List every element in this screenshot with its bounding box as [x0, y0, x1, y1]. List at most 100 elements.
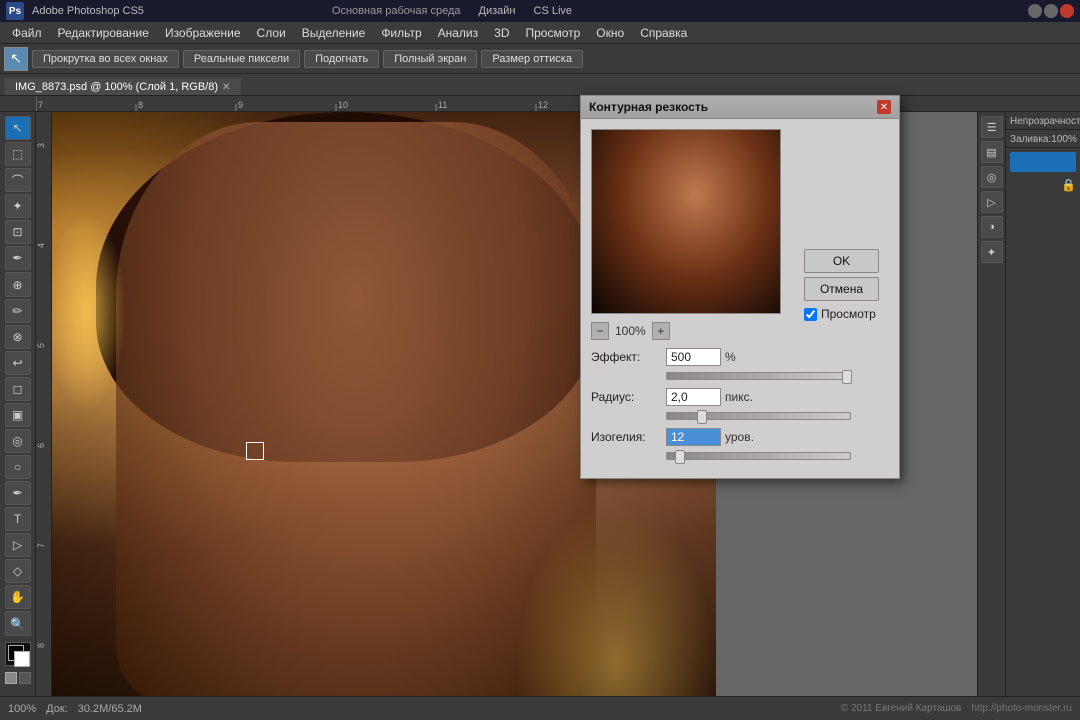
svg-text:7: 7 [38, 100, 43, 110]
history-icon[interactable]: ◎ [981, 166, 1003, 188]
threshold-input[interactable] [666, 428, 721, 446]
tab-close-button[interactable]: ✕ [222, 82, 230, 93]
tool-eyedropper[interactable]: ✒ [5, 246, 31, 270]
cancel-button[interactable]: Отмена [804, 277, 879, 301]
options-toolbar: ↖ Прокрутка во всех окнах Реальные пиксе… [0, 44, 1080, 74]
menu-view[interactable]: Просмотр [517, 24, 588, 42]
preview-checkbox[interactable] [804, 308, 817, 321]
radius-input[interactable] [666, 388, 721, 406]
menu-layers[interactable]: Слои [249, 24, 294, 42]
vertical-ruler: 3 4 5 6 7 8 [36, 112, 52, 696]
menu-edit[interactable]: Редактирование [50, 24, 157, 42]
menu-filter[interactable]: Фильтр [373, 24, 429, 42]
fullscreen-button[interactable]: Полный экран [383, 50, 477, 68]
ps-logo: Ps [6, 2, 24, 20]
tool-hand[interactable]: ✋ [5, 585, 31, 609]
fit-button[interactable]: Подогнать [304, 50, 379, 68]
preview-image-box[interactable] [591, 129, 781, 314]
tool-history-brush[interactable]: ↩ [5, 351, 31, 375]
menu-analysis[interactable]: Анализ [430, 24, 487, 42]
menu-select[interactable]: Выделение [294, 24, 374, 42]
effect-slider-thumb[interactable] [842, 370, 852, 384]
tool-crop[interactable]: ⊡ [5, 220, 31, 244]
fill-value: 100% [1051, 134, 1077, 145]
standard-mode-button[interactable] [5, 672, 17, 684]
opacity-row: Непрозрачность: 100% [1006, 112, 1080, 130]
svg-text:7: 7 [36, 543, 46, 548]
tool-magic-wand[interactable]: ✦ [5, 194, 31, 218]
quick-mask-button[interactable] [19, 672, 31, 684]
effect-slider[interactable] [666, 372, 851, 380]
fill-label: Заливка: [1010, 134, 1051, 145]
tool-zoom[interactable]: 🔍 [5, 611, 31, 635]
tool-brush[interactable]: ✏ [5, 299, 31, 323]
menu-3d[interactable]: 3D [486, 24, 517, 42]
tool-healing[interactable]: ⊕ [5, 272, 31, 296]
menu-file[interactable]: Файл [4, 24, 50, 42]
tool-clone[interactable]: ⊗ [5, 325, 31, 349]
threshold-label: Изогелия: [591, 430, 666, 444]
radius-slider-thumb[interactable] [697, 410, 707, 424]
effect-row: Эффект: % [591, 348, 889, 366]
horizontal-ruler: 7 8 9 10 11 12 [0, 96, 1080, 112]
zoom-in-button[interactable]: + [652, 322, 670, 340]
preview-image [592, 130, 780, 313]
menu-help[interactable]: Справка [632, 24, 695, 42]
tool-move[interactable]: ↖ [5, 116, 31, 140]
effect-input[interactable] [666, 348, 721, 366]
document-tab[interactable]: IMG_8873.psd @ 100% (Слой 1, RGB/8) ✕ [4, 78, 241, 95]
cslive-label: CS Live [534, 5, 573, 17]
actions-icon[interactable]: ▷ [981, 191, 1003, 213]
svg-text:3: 3 [36, 143, 46, 148]
lock-icon: 🔒 [1006, 176, 1080, 194]
layers-icon[interactable]: ☰ [981, 116, 1003, 138]
radius-slider[interactable] [666, 412, 851, 420]
tool-text[interactable]: T [5, 507, 31, 531]
tool-eraser[interactable]: ◻ [5, 377, 31, 401]
svg-text:8: 8 [36, 643, 46, 648]
tool-dodge[interactable]: ○ [5, 455, 31, 479]
tool-shape[interactable]: ◇ [5, 559, 31, 583]
zoom-level-label: 100% [615, 324, 646, 338]
unsharp-mask-dialog: Контурная резкость ✕ − 100% + Эффект: % [580, 95, 900, 479]
tool-lasso[interactable]: ⌒ [5, 168, 31, 192]
threshold-slider[interactable] [666, 452, 851, 460]
scroll-all-windows-button[interactable]: Прокрутка во всех окнах [32, 50, 179, 68]
copyright-text: © 2011 Евгений Карташов [841, 703, 962, 714]
workspace-label: Основная рабочая среда [332, 5, 461, 17]
tool-pen[interactable]: ✒ [5, 481, 31, 505]
tool-path-select[interactable]: ▷ [5, 533, 31, 557]
dialog-close-button[interactable]: ✕ [877, 100, 891, 114]
radius-slider-row [591, 412, 889, 420]
dialog-inner: − 100% + Эффект: % Радиус: пикс. [591, 129, 889, 460]
mode-buttons [5, 672, 31, 692]
ok-button[interactable]: OK [804, 249, 879, 273]
foreground-background-colors[interactable] [5, 642, 31, 666]
adjustments-icon[interactable]: ◑ [981, 216, 1003, 238]
menu-image[interactable]: Изображение [157, 24, 249, 42]
effect-label: Эффект: [591, 350, 666, 364]
preview-label[interactable]: Просмотр [821, 307, 876, 321]
radius-label: Радиус: [591, 390, 666, 404]
styles-icon[interactable]: ✦ [981, 241, 1003, 263]
zoom-out-button[interactable]: − [591, 322, 609, 340]
svg-text:6: 6 [36, 443, 46, 448]
radius-unit: пикс. [725, 390, 753, 404]
channels-icon[interactable]: ▤ [981, 141, 1003, 163]
jewelry-glow [516, 502, 716, 696]
svg-text:5: 5 [36, 343, 46, 348]
tool-gradient[interactable]: ▣ [5, 403, 31, 427]
dialog-title-text: Контурная резкость [589, 100, 708, 114]
actual-pixels-button[interactable]: Реальные пиксели [183, 50, 300, 68]
svg-text:11: 11 [438, 100, 447, 110]
menu-window[interactable]: Окно [588, 24, 632, 42]
close-button[interactable] [1060, 4, 1074, 18]
tool-blur[interactable]: ◎ [5, 429, 31, 453]
maximize-button[interactable] [1044, 4, 1058, 18]
minimize-button[interactable] [1028, 4, 1042, 18]
tool-marquee[interactable]: ⬚ [5, 142, 31, 166]
layer-thumbnail[interactable] [1010, 152, 1076, 172]
threshold-slider-thumb[interactable] [675, 450, 685, 464]
print-size-button[interactable]: Размер оттиска [481, 50, 583, 68]
dialog-buttons: OK Отмена Просмотр [804, 249, 879, 321]
